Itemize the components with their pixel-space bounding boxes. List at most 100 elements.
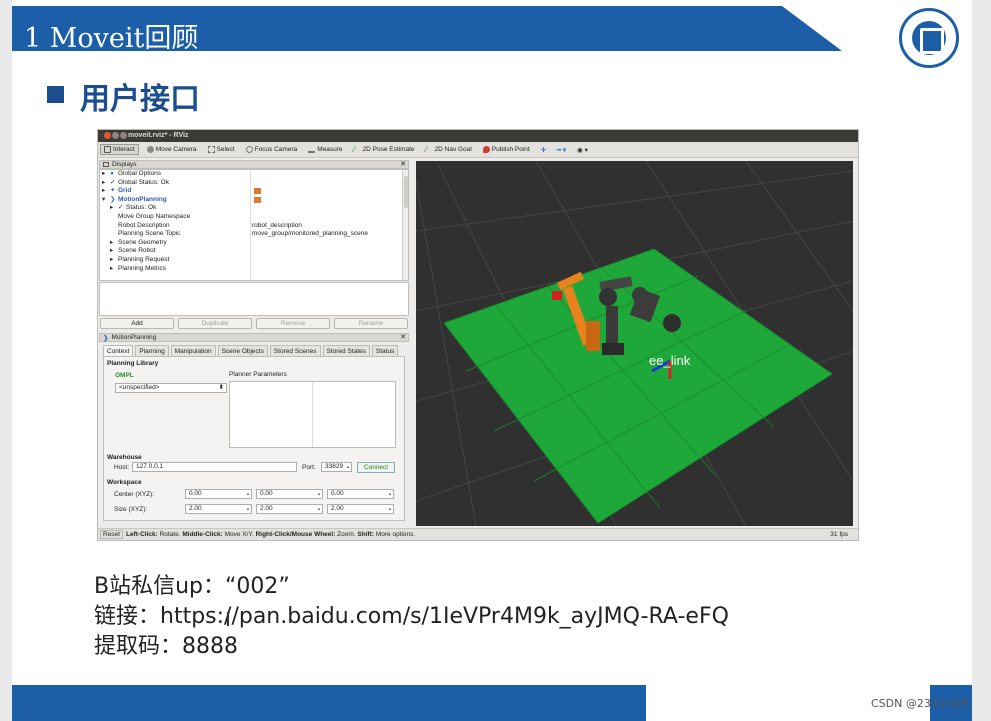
interact-icon: [104, 146, 111, 153]
tree-row-value[interactable]: move_group/monitored_planning_scene: [252, 230, 368, 239]
hint-shift-text: More options.: [374, 531, 416, 538]
connect-button[interactable]: Connect: [357, 462, 395, 473]
tree-row-grid[interactable]: ▸ ✦ Grid: [100, 187, 408, 196]
rviz-toolbar: Interact Move Camera Select Focus Camera…: [98, 142, 858, 158]
hint-left-click-text: Rotate.: [157, 531, 183, 538]
hint-right-click: Right-Click/Mouse Wheel:: [255, 531, 336, 538]
monitor-icon: [103, 162, 109, 167]
planner-select[interactable]: <unspecified> ⬍: [115, 383, 227, 393]
ee-link-label: ee_link: [649, 353, 691, 368]
tool-label: Select: [216, 146, 235, 153]
add-tool-button[interactable]: ✛: [538, 145, 549, 155]
planner-params-table[interactable]: [229, 381, 396, 448]
expand-arrow-icon[interactable]: ▸: [110, 256, 113, 265]
tool-2d-pose-estimate[interactable]: ⁄ 2D Pose Estimate: [351, 145, 418, 154]
tool-move-camera[interactable]: Move Camera: [144, 145, 200, 154]
minimize-window-icon[interactable]: [112, 132, 119, 139]
tool-interact[interactable]: Interact: [100, 144, 139, 155]
tool-measure[interactable]: Measure: [305, 145, 345, 154]
plus-icon: ✛: [540, 146, 547, 154]
reset-button[interactable]: Reset: [100, 530, 123, 539]
tree-row-planning-metrics[interactable]: ▸ Planning Metrics: [100, 265, 408, 274]
host-input[interactable]: 127.0.0.1: [132, 462, 297, 472]
planner-params-label: Planner Parameters: [229, 371, 287, 378]
tree-row-label: MotionPlanning: [118, 195, 167, 203]
tree-row-global-status[interactable]: ▸ ✓ Global Status: Ok: [100, 179, 408, 188]
footer-band: [12, 685, 646, 721]
rename-button[interactable]: Rename: [334, 317, 408, 329]
port-label: Port:: [302, 464, 316, 471]
expand-arrow-icon[interactable]: ▸: [102, 170, 105, 179]
tree-row-label: Scene Robot: [118, 247, 156, 255]
remove-tool-button[interactable]: ━ ▾: [554, 145, 569, 155]
tree-row-robot-description[interactable]: Robot Description robot_description: [100, 222, 408, 231]
size-x-input[interactable]: 2.00: [185, 504, 252, 514]
motion-planning-icon: ❯: [103, 334, 109, 342]
move-camera-icon: [146, 146, 154, 153]
university-logo: [899, 8, 959, 68]
tree-row-planning-scene-topic[interactable]: Planning Scene Topic move_group/monitored…: [100, 230, 408, 239]
remove-button[interactable]: Remove: [256, 317, 330, 329]
tree-row-value[interactable]: robot_description: [252, 222, 302, 231]
tool-label: 2D Nav Goal: [434, 146, 472, 153]
expand-arrow-icon[interactable]: ▸: [102, 187, 105, 196]
expand-arrow-icon[interactable]: ▸: [110, 204, 113, 213]
tool-select[interactable]: Select: [205, 145, 238, 154]
fps-counter: 31 fps: [830, 531, 848, 538]
add-button[interactable]: Add: [100, 317, 174, 329]
tab-manipulation[interactable]: Manipulation: [170, 345, 216, 356]
expand-arrow-icon[interactable]: ▸: [110, 239, 113, 248]
motion-planning-title: MotionPlanning: [111, 334, 157, 341]
collapse-arrow-icon[interactable]: ▾: [102, 196, 105, 205]
close-panel-icon[interactable]: ✕: [400, 334, 406, 342]
tree-row-namespace[interactable]: Move Group Namespace: [100, 213, 408, 222]
displays-header: Displays ✕: [99, 160, 409, 169]
center-z-input[interactable]: 0.00: [327, 489, 394, 499]
tree-row-label: Planning Scene Topic: [118, 230, 181, 238]
scene-render: ee_link: [416, 161, 853, 526]
expand-arrow-icon[interactable]: ▸: [110, 247, 113, 256]
tree-row-label: Global Options: [118, 170, 161, 177]
section-bullet-icon: [47, 86, 64, 103]
tree-row-scene-geometry[interactable]: ▸ Scene Geometry: [100, 239, 408, 248]
expand-arrow-icon[interactable]: ▸: [110, 265, 113, 274]
hint-shift: Shift:: [357, 531, 375, 538]
tree-row-scene-robot[interactable]: ▸ Scene Robot: [100, 247, 408, 256]
tree-scrollbar[interactable]: [402, 170, 408, 280]
tab-stored-scenes[interactable]: Stored Scenes: [269, 345, 321, 356]
tool-label: Focus Camera: [254, 146, 298, 153]
enable-checkbox[interactable]: [254, 196, 261, 203]
3d-viewport[interactable]: ee_link: [416, 161, 853, 526]
center-y-input[interactable]: 0.00: [256, 489, 323, 499]
expand-arrow-icon[interactable]: ▸: [102, 179, 105, 188]
tree-row-global-options[interactable]: ▸ ● Global Options: [100, 170, 408, 179]
center-x-input[interactable]: 0.00: [185, 489, 252, 499]
size-z-input[interactable]: 2.00: [327, 504, 394, 514]
tree-row-label: Move Group Namespace: [118, 212, 191, 220]
tool-focus-camera[interactable]: Focus Camera: [243, 145, 301, 154]
tool-publish-point[interactable]: Publish Point: [480, 145, 533, 154]
grid-icon: ✦: [110, 187, 116, 195]
enable-checkbox[interactable]: [254, 188, 261, 195]
minus-icon: ━ ▾: [557, 146, 567, 154]
dropdown-arrow-icon: ⬍: [218, 384, 224, 391]
duplicate-button[interactable]: Duplicate: [178, 317, 252, 329]
caption-line-2[interactable]: 链接：https://pan.baidu.com/s/1IeVPr4M9k_ay…: [94, 602, 729, 632]
tab-planning[interactable]: Planning: [135, 345, 169, 356]
tab-scene-objects[interactable]: Scene Objects: [217, 345, 268, 356]
tree-row-status[interactable]: ▸ ✓ Status: Ok: [100, 204, 408, 213]
port-input[interactable]: 33829: [321, 462, 352, 472]
tab-stored-states[interactable]: Stored States: [322, 345, 370, 356]
close-panel-icon[interactable]: ✕: [400, 161, 406, 169]
tree-row-motion-planning[interactable]: ▾ ❯ MotionPlanning: [100, 196, 408, 205]
camera-type-dropdown[interactable]: ◉ ▾: [574, 145, 591, 155]
hint-middle-click: Middle-Click:: [182, 531, 223, 538]
tab-context[interactable]: Context: [103, 345, 134, 356]
tab-status[interactable]: Status: [371, 345, 399, 356]
maximize-window-icon[interactable]: [120, 132, 127, 139]
slide-title: 1 Moveit回顾: [24, 23, 199, 54]
tool-2d-nav-goal[interactable]: ⁄ 2D Nav Goal: [423, 145, 475, 154]
tree-row-planning-request[interactable]: ▸ Planning Request: [100, 256, 408, 265]
close-window-icon[interactable]: [104, 132, 111, 139]
size-y-input[interactable]: 2.00: [256, 504, 323, 514]
